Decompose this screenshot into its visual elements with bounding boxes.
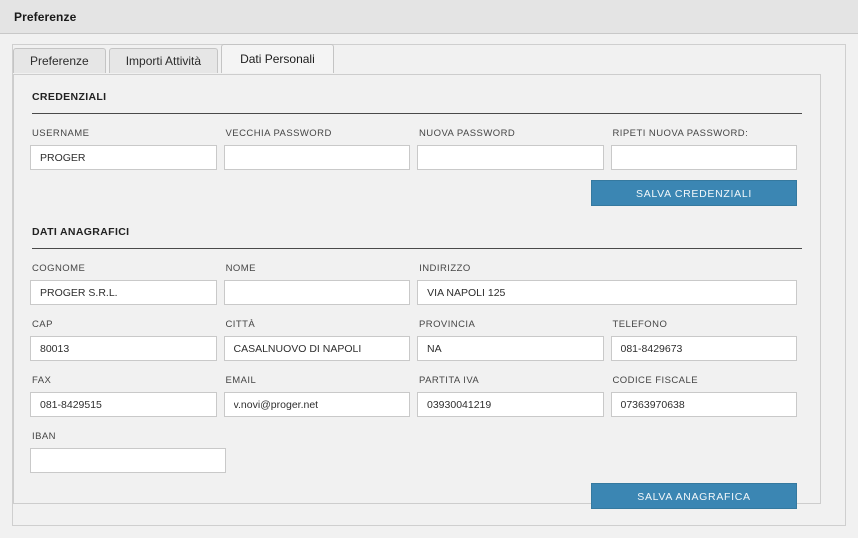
field-cognome: COGNOME bbox=[30, 263, 217, 305]
field-citta-label: CITTÀ bbox=[225, 319, 256, 330]
email-input[interactable] bbox=[223, 392, 410, 417]
tab-bar: Preferenze Importi Attività Dati Persona… bbox=[13, 44, 337, 73]
field-indirizzo: INDIRIZZO bbox=[417, 263, 797, 305]
field-partita-iva: PARTITA IVA bbox=[417, 375, 604, 417]
field-provincia: PROVINCIA bbox=[417, 319, 604, 361]
section-dati-anagrafici-divider bbox=[32, 248, 802, 249]
field-iban-label: IBAN bbox=[32, 431, 56, 442]
section-dati-anagrafici: DATI ANAGRAFICI COGNOME NOME INDIRIZZO bbox=[26, 222, 808, 509]
tab-importi-attivita-label: Importi Attività bbox=[125, 54, 202, 68]
field-iban: IBAN bbox=[30, 431, 226, 473]
codice-fiscale-input[interactable] bbox=[610, 392, 797, 417]
cap-input[interactable] bbox=[30, 336, 217, 361]
cognome-input[interactable] bbox=[30, 280, 217, 305]
section-credenziali: CREDENZIALI USERNAME VECCHIA PASSWORD NU… bbox=[26, 87, 808, 206]
vecchia-password-input[interactable] bbox=[223, 145, 410, 170]
anagrafici-row-4: IBAN bbox=[26, 431, 808, 473]
telefono-input[interactable] bbox=[610, 336, 797, 361]
section-credenziali-divider bbox=[32, 113, 802, 114]
nome-input[interactable] bbox=[223, 280, 411, 305]
section-dati-anagrafici-title: DATI ANAGRAFICI bbox=[32, 226, 130, 238]
field-ripeti-nuova-password: RIPETI NUOVA PASSWORD: bbox=[610, 128, 797, 170]
anagrafici-row-1: COGNOME NOME INDIRIZZO bbox=[26, 263, 808, 305]
field-username: USERNAME bbox=[30, 128, 217, 170]
field-nuova-password: NUOVA PASSWORD bbox=[417, 128, 604, 170]
anagrafici-actions: SALVA ANAGRAFICA bbox=[26, 483, 808, 509]
field-email: EMAIL bbox=[223, 375, 410, 417]
field-nome-label: NOME bbox=[225, 263, 256, 274]
citta-input[interactable] bbox=[223, 336, 410, 361]
field-fax-label: FAX bbox=[32, 375, 52, 386]
tab-preferenze[interactable]: Preferenze bbox=[13, 48, 106, 73]
fax-input[interactable] bbox=[30, 392, 217, 417]
anagrafici-row-2: CAP CITTÀ PROVINCIA TELEFONO bbox=[26, 319, 808, 361]
field-citta: CITTÀ bbox=[223, 319, 410, 361]
field-indirizzo-label: INDIRIZZO bbox=[419, 263, 471, 274]
tab-importi-attivita[interactable]: Importi Attività bbox=[108, 48, 219, 73]
field-vecchia-password-label: VECCHIA PASSWORD bbox=[225, 128, 332, 139]
salva-anagrafica-button[interactable]: SALVA ANAGRAFICA bbox=[591, 483, 797, 509]
field-codice-fiscale-label: CODICE FISCALE bbox=[612, 375, 698, 386]
field-provincia-label: PROVINCIA bbox=[419, 319, 476, 330]
salva-credenziali-button[interactable]: SALVA CREDENZIALI bbox=[591, 180, 797, 206]
tab-dati-personali[interactable]: Dati Personali bbox=[221, 44, 334, 73]
window-title: Preferenze bbox=[14, 9, 77, 24]
field-vecchia-password: VECCHIA PASSWORD bbox=[223, 128, 410, 170]
partita-iva-input[interactable] bbox=[417, 392, 604, 417]
anagrafici-row-3: FAX EMAIL PARTITA IVA CODICE FISCALE bbox=[26, 375, 808, 417]
field-nuova-password-label: NUOVA PASSWORD bbox=[419, 128, 516, 139]
username-input[interactable] bbox=[30, 145, 217, 170]
credenziali-row-1: USERNAME VECCHIA PASSWORD NUOVA PASSWORD… bbox=[26, 128, 808, 170]
field-partita-iva-label: PARTITA IVA bbox=[419, 375, 480, 386]
field-codice-fiscale: CODICE FISCALE bbox=[610, 375, 797, 417]
field-ripeti-nuova-password-label: RIPETI NUOVA PASSWORD: bbox=[612, 128, 749, 139]
section-credenziali-title: CREDENZIALI bbox=[32, 91, 107, 103]
field-telefono: TELEFONO bbox=[610, 319, 797, 361]
field-telefono-label: TELEFONO bbox=[612, 319, 668, 330]
field-nome: NOME bbox=[223, 263, 411, 305]
field-cognome-label: COGNOME bbox=[32, 263, 86, 274]
indirizzo-input[interactable] bbox=[417, 280, 797, 305]
tab-preferenze-label: Preferenze bbox=[30, 54, 89, 68]
field-cap: CAP bbox=[30, 319, 217, 361]
tab-dati-personali-label: Dati Personali bbox=[240, 52, 315, 66]
field-username-label: USERNAME bbox=[32, 128, 90, 139]
field-cap-label: CAP bbox=[32, 319, 53, 330]
field-fax: FAX bbox=[30, 375, 217, 417]
field-email-label: EMAIL bbox=[225, 375, 257, 386]
tab-panel-dati-personali: CREDENZIALI USERNAME VECCHIA PASSWORD NU… bbox=[13, 74, 821, 509]
provincia-input[interactable] bbox=[417, 336, 604, 361]
credenziali-actions: SALVA CREDENZIALI bbox=[26, 180, 808, 206]
window-header: Preferenze bbox=[0, 0, 858, 34]
nuova-password-input[interactable] bbox=[417, 145, 604, 170]
ripeti-nuova-password-input[interactable] bbox=[610, 145, 797, 170]
page-shell: Preferenze Importi Attività Dati Persona… bbox=[0, 34, 858, 538]
iban-input[interactable] bbox=[30, 448, 226, 473]
